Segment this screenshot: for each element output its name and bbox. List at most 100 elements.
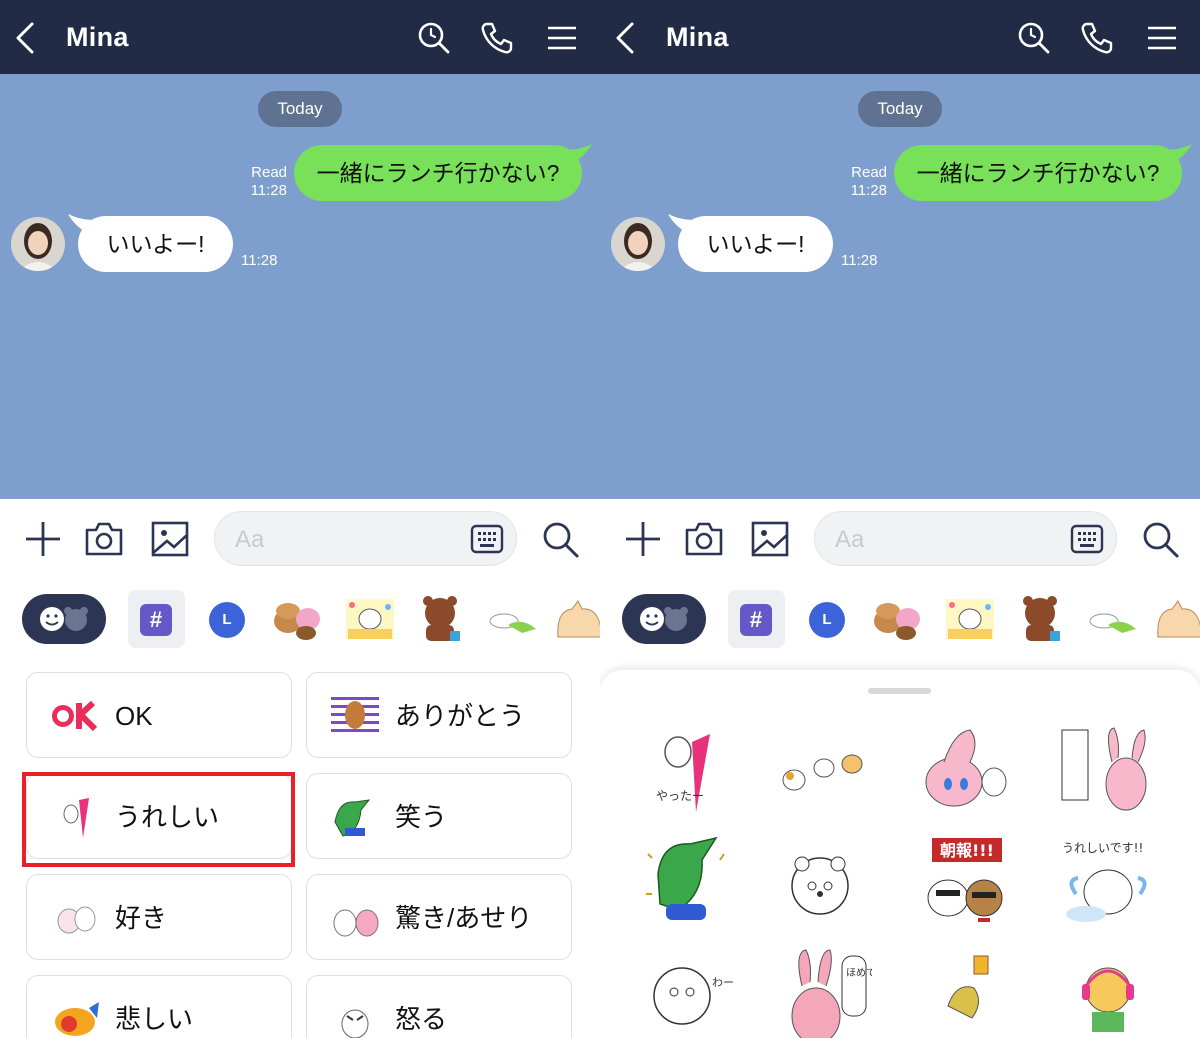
hashtag-tab[interactable]: # (728, 590, 785, 648)
chat-header: Mina (600, 0, 1200, 74)
category-arigatou[interactable]: ありがとう (306, 672, 572, 758)
emoji-icon (40, 607, 88, 631)
selected-category-highlight (22, 772, 295, 867)
phone-icon[interactable] (479, 20, 515, 56)
category-odoroki[interactable]: 驚き/あせり (306, 874, 572, 960)
sticker-bear-wa[interactable]: わー (638, 946, 738, 1038)
category-suki[interactable]: 好き (26, 874, 292, 960)
sticker-pack-blob[interactable] (1152, 593, 1200, 645)
received-message-bubble[interactable]: いいよー! (678, 216, 833, 272)
message-input-bar (600, 499, 1200, 581)
chat-area: Today Read 11:28 一緒にランチ行かない? いいよー! 11:28 (600, 74, 1200, 499)
search-icon[interactable] (415, 20, 451, 56)
camera-icon[interactable] (684, 519, 724, 559)
back-chevron-icon[interactable] (612, 20, 642, 56)
message-input[interactable] (233, 522, 467, 558)
category-label: OK (115, 701, 153, 731)
sticker-pack-brown[interactable] (1014, 593, 1070, 645)
message-text-field[interactable] (214, 511, 517, 566)
kanashii-sticker-icon (55, 1002, 99, 1036)
sticker-lantern-figure[interactable] (914, 946, 1014, 1038)
sheet-grabber[interactable] (868, 688, 931, 694)
screen-keyword-view: Mina Today Read 11:28 一緒にランチ行かない? いいよー! … (0, 0, 600, 1038)
search-icon[interactable] (1140, 519, 1180, 559)
category-label: 悲しい (115, 1004, 194, 1034)
phone-icon[interactable] (1079, 20, 1115, 56)
sticker-caption: わー (712, 976, 734, 989)
odoroki-sticker-icon (333, 909, 379, 937)
keyboard-icon[interactable] (1070, 522, 1104, 556)
image-icon[interactable] (150, 519, 190, 559)
menu-icon[interactable] (1144, 20, 1180, 56)
avatar[interactable] (11, 217, 65, 271)
search-icon[interactable] (1015, 20, 1051, 56)
sticker-pack-blob[interactable] (552, 593, 600, 645)
sticker-results-sheet: やったー 朝報!!! うれしいです!! わー ほめて (600, 670, 1200, 1038)
emoji-tab[interactable] (622, 594, 706, 644)
category-label: 驚き/あせり (395, 903, 533, 933)
sticker-rabbit-cry[interactable] (914, 722, 1014, 822)
category-label: ありがとう (395, 701, 526, 731)
sent-message-bubble[interactable]: 一緒にランチ行かない? (894, 145, 1182, 201)
message-input[interactable] (833, 522, 1067, 558)
menu-icon[interactable] (544, 20, 580, 56)
line-emoji-tab[interactable]: L (809, 602, 845, 638)
sticker-pack-cat[interactable] (482, 593, 538, 645)
line-emoji-tab[interactable]: L (209, 602, 245, 638)
sticker-pack-brown[interactable] (414, 593, 470, 645)
read-receipt: Read 11:28 (847, 164, 887, 200)
sticker-cat-headphones[interactable] (1056, 946, 1156, 1038)
hashtag-tab[interactable]: # (128, 590, 185, 648)
sticker-rabbit-homete[interactable]: ほめて (772, 946, 872, 1038)
sent-time: 11:28 (250, 182, 287, 199)
sticker-bear-white[interactable] (772, 834, 872, 934)
sticker-pack-bears[interactable] (870, 593, 926, 645)
category-label: 怒る (395, 1004, 448, 1034)
screen-sticker-results: Mina Today Read 11:28 一緒にランチ行かない? いいよー! … (600, 0, 1200, 1038)
category-okoru[interactable]: 怒る (306, 975, 572, 1038)
suki-sticker-icon (57, 906, 96, 934)
warau-sticker-icon (334, 799, 371, 837)
sticker-crocodile-laugh[interactable] (638, 834, 738, 934)
sticker-rabbit-usausa[interactable] (1056, 722, 1156, 822)
category-ok[interactable]: OK (26, 672, 292, 758)
image-icon[interactable] (750, 519, 790, 559)
message-text-field[interactable] (814, 511, 1117, 566)
category-kanashii[interactable]: 悲しい (26, 975, 292, 1038)
chat-header: Mina (0, 0, 600, 74)
plus-icon[interactable] (23, 519, 63, 559)
plus-icon[interactable] (623, 519, 663, 559)
date-separator: Today (258, 91, 342, 127)
emoji-icon (640, 607, 688, 631)
category-warau[interactable]: 笑う (306, 773, 572, 859)
sent-message-bubble[interactable]: 一緒にランチ行かない? (294, 145, 582, 201)
search-icon[interactable] (540, 519, 580, 559)
sticker-pack-rabbit[interactable] (942, 593, 998, 645)
received-time: 11:28 (841, 252, 878, 269)
sticker-ureshii-desu[interactable]: うれしいです!! (1056, 834, 1156, 934)
date-separator: Today (858, 91, 942, 127)
camera-icon[interactable] (84, 519, 124, 559)
sticker-caption: ほめて (846, 967, 872, 979)
avatar[interactable] (611, 217, 665, 271)
category-label: 好き (115, 903, 168, 933)
sticker-pack-cat[interactable] (1082, 593, 1138, 645)
received-message-bubble[interactable]: いいよー! (78, 216, 233, 272)
contact-name: Mina (666, 22, 729, 52)
hashtag-icon: # (140, 604, 172, 636)
ok-sticker-icon (52, 700, 98, 732)
sticker-cats-dancing[interactable] (772, 722, 872, 822)
keyboard-icon[interactable] (470, 522, 504, 556)
sticker-cat-jump[interactable]: やったー (638, 722, 738, 822)
sticker-pack-rabbit[interactable] (342, 593, 398, 645)
message-input-bar (0, 499, 600, 581)
chat-area: Today Read 11:28 一緒にランチ行かない? いいよー! 11:28 (0, 74, 600, 499)
contact-name: Mina (66, 22, 129, 52)
read-label: Read (251, 164, 287, 181)
sticker-asahou[interactable]: 朝報!!! (914, 834, 1014, 934)
back-chevron-icon[interactable] (12, 20, 42, 56)
sticker-pack-bears[interactable] (270, 593, 326, 645)
sent-time: 11:28 (850, 182, 887, 199)
emoji-tab[interactable] (22, 594, 106, 644)
read-label: Read (851, 164, 887, 181)
